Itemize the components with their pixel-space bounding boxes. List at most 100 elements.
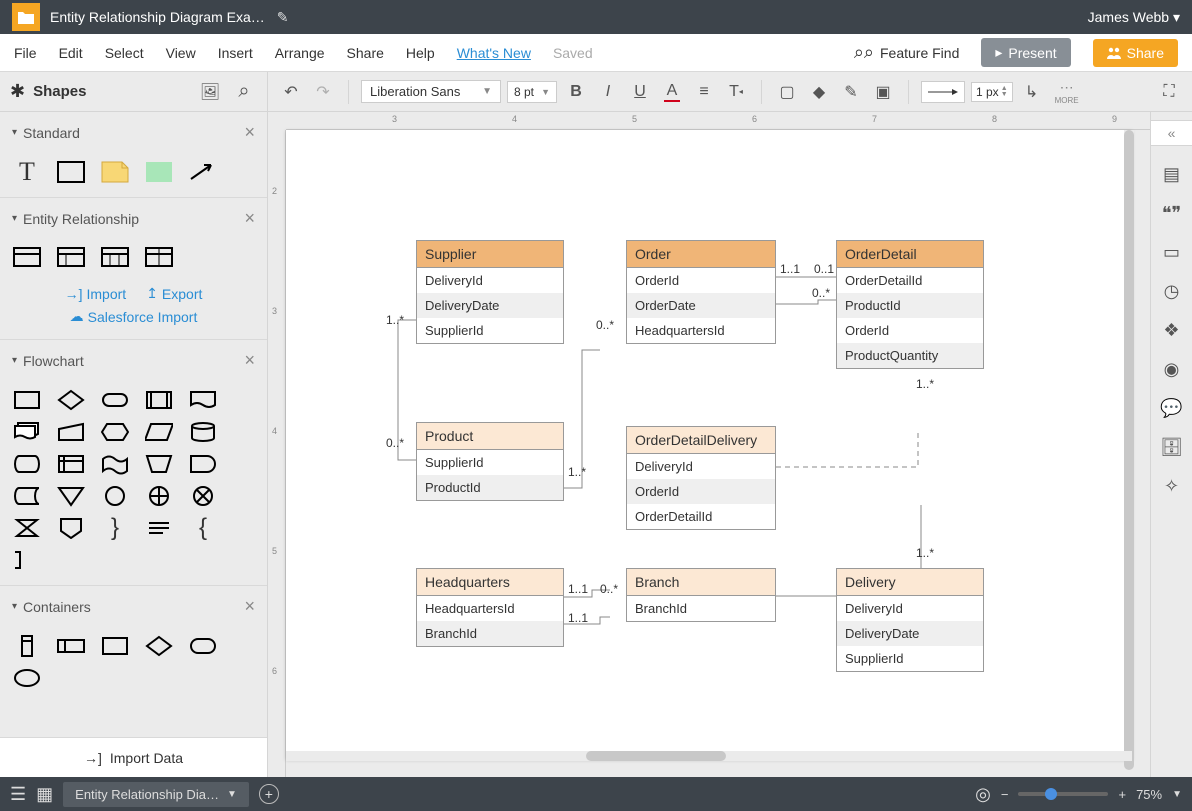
text-color-icon[interactable]: A — [659, 79, 685, 105]
italic-icon[interactable]: I — [595, 79, 621, 105]
border-color-icon[interactable]: ✎ — [838, 79, 864, 105]
fc-direct-data[interactable] — [12, 453, 42, 475]
fc-brace-close[interactable]: } — [100, 517, 130, 539]
menu-arrange[interactable]: Arrange — [275, 45, 325, 61]
font-select[interactable]: Liberation Sans▼ — [361, 80, 501, 103]
category-flowchart-header[interactable]: ▾Flowchart× — [0, 340, 267, 381]
user-menu[interactable]: James Webb ▾ — [1088, 9, 1180, 26]
note-shape[interactable] — [100, 161, 130, 183]
entity-branch[interactable]: Branch BranchId — [626, 568, 776, 622]
ct-3[interactable] — [100, 635, 130, 657]
fc-sum[interactable] — [188, 485, 218, 507]
ct-2[interactable] — [56, 635, 86, 657]
close-icon[interactable]: × — [244, 596, 255, 617]
chat-icon[interactable]: 💬 — [1160, 398, 1182, 419]
close-icon[interactable]: × — [244, 350, 255, 371]
canvas[interactable]: Supplier DeliveryId DeliveryDate Supplie… — [286, 130, 1132, 759]
menu-edit[interactable]: Edit — [59, 45, 83, 61]
fc-connector[interactable] — [100, 485, 130, 507]
rect-shape[interactable] — [56, 161, 86, 183]
er-export-link[interactable]: ↥ Export — [146, 285, 202, 302]
fc-manual-input[interactable] — [56, 421, 86, 443]
menu-help[interactable]: Help — [406, 45, 435, 61]
grid-view-icon[interactable]: ▦ — [36, 784, 53, 805]
zoom-value[interactable]: 75% — [1136, 787, 1162, 802]
scrollbar-vertical[interactable] — [1124, 130, 1134, 759]
slide-icon[interactable]: ▤ — [1163, 164, 1180, 185]
ct-4[interactable] — [144, 635, 174, 657]
block-shape[interactable] — [144, 161, 174, 183]
er-table-2[interactable] — [56, 247, 86, 269]
er-import-link[interactable]: →] Import — [65, 285, 127, 302]
menu-select[interactable]: Select — [105, 45, 144, 61]
scrollbar-horizontal[interactable] — [286, 751, 1132, 761]
arrow-shape[interactable] — [188, 161, 218, 183]
text-options-icon[interactable]: T◂ — [723, 79, 749, 105]
ct-1[interactable] — [12, 635, 42, 657]
gear-icon[interactable]: ✱ — [10, 81, 25, 102]
fc-card[interactable] — [12, 549, 42, 571]
er-salesforce-link[interactable]: ☁ Salesforce Import — [70, 308, 198, 325]
underline-icon[interactable]: U — [627, 79, 653, 105]
ink-icon[interactable]: ◉ — [1164, 359, 1180, 380]
layers-icon[interactable]: ❖ — [1163, 320, 1179, 341]
entity-supplier[interactable]: Supplier DeliveryId DeliveryDate Supplie… — [416, 240, 564, 344]
er-table-3[interactable] — [100, 247, 130, 269]
present-button[interactable]: ▸ Present — [981, 38, 1070, 67]
fc-brace-open[interactable]: { — [188, 517, 218, 539]
line-width-select[interactable]: 1 px▲▼ — [971, 82, 1013, 102]
entity-delivery[interactable]: Delivery DeliveryId DeliveryDate Supplie… — [836, 568, 984, 672]
shape-options-icon[interactable]: ▣ — [870, 79, 896, 105]
menu-whats-new[interactable]: What's New — [457, 45, 531, 61]
fc-offpage[interactable] — [56, 517, 86, 539]
fc-predefined[interactable] — [144, 389, 174, 411]
history-icon[interactable]: ◷ — [1164, 281, 1180, 302]
collapse-rail-icon[interactable]: « — [1151, 120, 1192, 146]
fc-process[interactable] — [12, 389, 42, 411]
list-view-icon[interactable]: ☰ — [10, 784, 26, 805]
fc-internal-storage[interactable] — [56, 453, 86, 475]
ct-6[interactable] — [12, 667, 42, 689]
fc-stored-data[interactable] — [12, 485, 42, 507]
entity-product[interactable]: Product SupplierId ProductId — [416, 422, 564, 501]
fc-delay[interactable] — [188, 453, 218, 475]
fc-preparation[interactable] — [100, 421, 130, 443]
fc-manual-op[interactable] — [144, 453, 174, 475]
fullscreen-icon[interactable]: ⛶ — [1156, 79, 1182, 105]
fc-merge[interactable] — [56, 485, 86, 507]
category-standard-header[interactable]: ▾Standard× — [0, 112, 267, 153]
fc-document[interactable] — [188, 389, 218, 411]
zoom-menu-icon[interactable]: ▼ — [1172, 789, 1182, 800]
menu-share[interactable]: Share — [347, 45, 384, 61]
image-icon[interactable]: 🖼 — [197, 79, 223, 105]
zoom-in-button[interactable]: + — [1118, 787, 1126, 802]
sync-icon[interactable]: ◎ — [975, 784, 991, 805]
menu-file[interactable]: File — [14, 45, 37, 61]
undo-icon[interactable]: ↶ — [278, 79, 304, 105]
folder-icon[interactable] — [12, 3, 40, 31]
shape-outline-icon[interactable]: ▢ — [774, 79, 800, 105]
bold-icon[interactable]: B — [563, 79, 589, 105]
edit-title-icon[interactable]: ✎ — [277, 9, 289, 26]
fc-multidoc[interactable] — [12, 421, 42, 443]
fc-paper-tape[interactable] — [100, 453, 130, 475]
present-icon[interactable]: ▭ — [1163, 242, 1180, 263]
close-icon[interactable]: × — [244, 208, 255, 229]
magic-icon[interactable]: ✧ — [1164, 476, 1179, 497]
er-table-1[interactable] — [12, 247, 42, 269]
comment-icon[interactable]: ❝❞ — [1162, 203, 1181, 224]
font-size-select[interactable]: 8 pt▼ — [507, 81, 557, 103]
fc-terminator[interactable] — [100, 389, 130, 411]
redo-icon[interactable]: ↷ — [310, 79, 336, 105]
data-icon[interactable]: 🗄 — [1160, 437, 1183, 458]
text-shape[interactable]: T — [12, 161, 42, 183]
category-containers-header[interactable]: ▾Containers× — [0, 586, 267, 627]
import-data-button[interactable]: →] Import Data — [0, 737, 267, 777]
fill-icon[interactable]: ◆ — [806, 79, 832, 105]
ct-5[interactable] — [188, 635, 218, 657]
zoom-out-button[interactable]: − — [1001, 787, 1009, 802]
line-style-select[interactable] — [921, 81, 965, 103]
entity-hq[interactable]: Headquarters HeadquartersId BranchId — [416, 568, 564, 647]
er-table-4[interactable] — [144, 247, 174, 269]
line-options-icon[interactable]: ↳ — [1019, 79, 1045, 105]
